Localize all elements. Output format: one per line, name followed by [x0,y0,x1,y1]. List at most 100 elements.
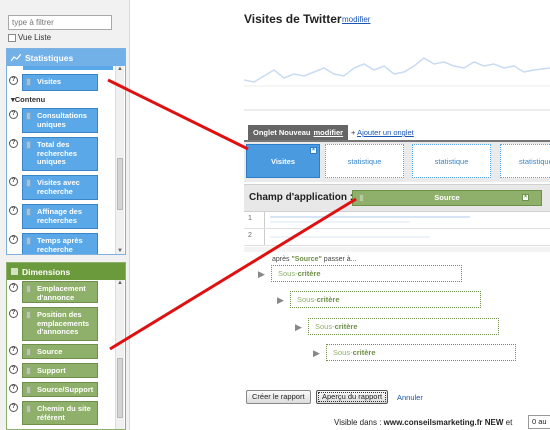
line-chart-icon [11,53,21,61]
scroll-down-icon[interactable]: ▼ [117,248,123,254]
statistiques-header[interactable]: Statistiques [7,49,125,66]
stat-item-affinage-recherches[interactable]: Affinage des recherches [22,204,98,229]
sub-critere: critère [352,348,376,357]
help-icon[interactable]: ? [9,110,18,119]
drag-handle-icon[interactable] [26,367,31,375]
drag-handle-icon[interactable] [359,194,364,202]
dim-item-label: Emplacement d'annonce [37,284,86,302]
dim-item-position-emplacements[interactable]: Position des emplacements d'annonces [22,307,98,341]
stat-item-consultations-uniques[interactable]: Consultations uniques [22,108,98,133]
drag-handle-icon[interactable] [26,405,31,413]
add-tab[interactable]: + Ajouter un onglet [351,128,414,137]
plus-icon: + [351,128,356,137]
help-icon[interactable]: ? [9,206,18,215]
drilldown-arrow-icon: ▶ [277,295,284,305]
dim-item-source-support[interactable]: Source/Support [22,382,98,397]
drag-handle-icon[interactable] [26,112,31,120]
metric-tab-visites[interactable]: Visites × [246,144,320,178]
dim-row: ? Chemin du site référent [9,401,98,425]
add-tab-link[interactable]: Ajouter un onglet [357,128,414,137]
vue-liste-toggle[interactable]: Vue Liste [8,33,51,42]
dim-item-emplacement-annonce[interactable]: Emplacement d'annonce [22,281,98,303]
help-icon[interactable]: ? [9,365,18,374]
drag-handle-icon[interactable] [26,179,31,187]
dimensions-panel: Dimensions ? Emplacement d'annonce ? Pos… [6,262,126,430]
tab-modifier-link[interactable]: modifier [314,128,344,137]
drag-handle-icon[interactable] [26,348,31,356]
scroll-up-icon[interactable]: ▲ [117,66,123,72]
stat-item-visites[interactable]: Visites [22,74,98,91]
list-item-partial [23,66,113,70]
metric-tab-label: statistique [434,157,469,166]
stat-row-visites: ? Visites [9,74,98,91]
sub-prefix: Sous- [278,269,298,278]
scope-dimension-source[interactable]: Source × [352,190,542,206]
dim-item-support[interactable]: Support [22,363,98,378]
page-title: Visites de Twitter [244,12,342,26]
drag-handle-icon[interactable] [26,208,31,216]
visible-in-site: www.conseilsmarketing.fr NEW [383,418,504,427]
dim-item-chemin-site-referent[interactable]: Chemin du site référent [22,401,98,425]
table-row: 2 [244,229,550,246]
metric-tab-placeholder[interactable]: statistique [412,144,491,178]
profile-select[interactable]: 0 au [528,415,550,429]
help-icon[interactable]: ? [9,177,18,186]
help-icon[interactable]: ? [9,283,18,292]
scroll-thumb[interactable] [117,158,123,210]
help-icon[interactable]: ? [9,309,18,318]
vue-liste-checkbox[interactable] [8,33,16,42]
scroll-thumb[interactable] [117,358,123,418]
dim-row: ? Support [9,363,98,378]
preview-report-button[interactable]: Aperçu du rapport [316,390,389,404]
metric-tab-placeholder[interactable]: statistique [325,144,404,178]
tab-header: Onglet Nouveau modifier [248,125,349,140]
statistiques-scrollbar[interactable]: ▲ ▼ [115,66,124,254]
stat-item-visites-avec-recherche[interactable]: Visites avec recherche [22,175,98,200]
row-number: 2 [248,232,252,239]
stat-item-label: Visites avec recherche [37,178,80,196]
subcriteria-slot-3[interactable]: Sous-critère [308,318,499,335]
close-icon[interactable]: × [522,194,529,201]
drag-handle-icon[interactable] [26,78,31,86]
help-icon[interactable]: ? [9,235,18,244]
help-icon[interactable]: ? [9,346,18,355]
stat-item-temps-apres-recherche[interactable]: Temps après recherche [22,233,98,254]
cancel-link[interactable]: Annuler [397,393,423,402]
help-icon[interactable]: ? [9,76,18,85]
create-report-button[interactable]: Créer le rapport [246,390,311,404]
metric-tab-label: Visites [270,157,296,166]
drilldown-arrow-icon: ▶ [313,348,320,358]
drag-handle-icon[interactable] [26,386,31,394]
drag-handle-icon[interactable] [26,285,31,293]
sub-prefix: Sous- [297,295,317,304]
dim-item-label: Chemin du site référent [37,404,91,422]
dimensions-scrollbar[interactable]: ▲ [115,280,124,429]
stat-item-label: Visites [37,77,62,86]
title-modifier-link[interactable]: modifier [342,15,370,24]
dimensions-header[interactable]: Dimensions [7,263,125,280]
stat-item-total-recherches-uniques[interactable]: Total des recherches uniques [22,137,98,171]
drag-handle-icon[interactable] [26,237,31,245]
row-number: 1 [248,215,252,222]
section-contenu[interactable]: ▾Contenu [11,95,45,104]
dim-item-source[interactable]: Source [22,344,98,359]
close-icon[interactable]: × [310,147,317,154]
subcriteria-slot-1[interactable]: Sous-critère [271,265,462,282]
drilldown-arrow-icon: ▶ [258,269,265,279]
drag-handle-icon[interactable] [26,311,31,319]
filter-input[interactable] [8,15,112,30]
help-icon[interactable]: ? [9,384,18,393]
help-icon[interactable]: ? [9,403,18,412]
metric-tab-placeholder[interactable]: statistique [500,144,550,178]
scroll-up-icon[interactable]: ▲ [117,280,123,286]
subcriteria-slot-4[interactable]: Sous-critère [326,344,516,361]
dim-item-label: Position des emplacements d'annonces [37,310,90,336]
help-icon[interactable]: ? [9,139,18,148]
hint-text: après [272,256,290,263]
subcriteria-slot-2[interactable]: Sous-critère [290,291,481,308]
sub-prefix: Sous- [333,348,353,357]
dim-row: ? Position des emplacements d'annonces [9,307,98,341]
drag-handle-icon[interactable] [26,141,31,149]
drilldown-arrow-icon: ▶ [295,322,302,332]
sub-critere: critère [297,269,321,278]
